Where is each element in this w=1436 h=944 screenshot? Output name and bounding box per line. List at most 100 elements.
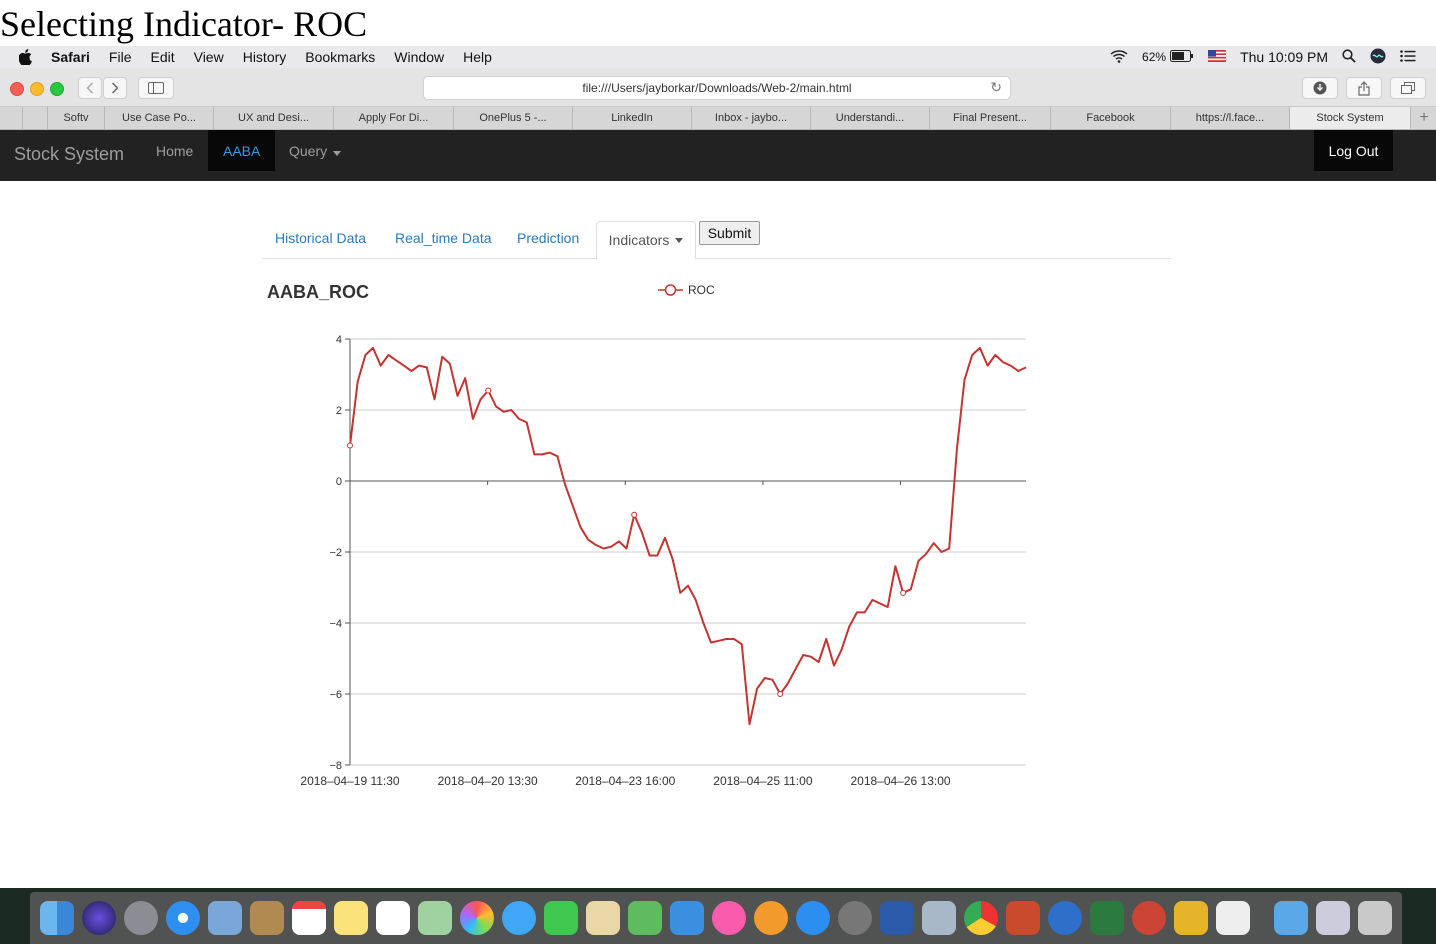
nav-aaba[interactable]: AABA [208, 130, 276, 171]
folder-icon[interactable] [1274, 901, 1308, 935]
r-icon[interactable] [1048, 901, 1082, 935]
trash-icon[interactable] [1358, 901, 1392, 935]
browser-tab[interactable]: Apply For Di... [334, 107, 454, 129]
itunes-icon[interactable] [712, 901, 746, 935]
browser-tab[interactable]: UX and Desi... [214, 107, 334, 129]
photos-icon[interactable] [460, 901, 494, 935]
battery-icon[interactable] [1170, 49, 1194, 65]
notes-icon[interactable] [334, 901, 368, 935]
y-tick-label: 4 [336, 334, 342, 346]
chevron-left-icon [86, 82, 94, 94]
contacts-icon[interactable] [250, 901, 284, 935]
downloads-stack-icon[interactable] [1316, 901, 1350, 935]
system-preferences-icon[interactable] [838, 901, 872, 935]
forward-button[interactable] [103, 77, 127, 99]
browser-tab-pinned-2[interactable] [23, 107, 48, 129]
tab-historical-data[interactable]: Historical Data [275, 230, 366, 246]
network-icon[interactable] [1132, 901, 1166, 935]
textedit-icon[interactable] [1216, 901, 1250, 935]
tab-prediction[interactable]: Prediction [517, 230, 579, 246]
navbar-brand[interactable]: Stock System [14, 144, 124, 165]
chrome-icon[interactable] [964, 901, 998, 935]
address-url: file:///Users/jayborkar/Downloads/Web-2/… [582, 81, 852, 95]
browser-tab[interactable]: Softv [48, 107, 105, 129]
x-tick-label: 2018–04–23 16:00 [575, 774, 675, 788]
keynote-icon[interactable] [670, 901, 704, 935]
roc-data-point [900, 589, 907, 596]
facetime-icon[interactable] [544, 901, 578, 935]
flag-icon[interactable] [1208, 49, 1227, 65]
logout-button[interactable]: Log Out [1314, 130, 1393, 171]
siri-icon[interactable] [1370, 48, 1386, 67]
share-icon [1358, 80, 1370, 96]
browser-tab[interactable]: Final Present... [930, 107, 1051, 129]
close-window-button[interactable] [10, 82, 24, 96]
menubar-clock[interactable]: Thu 10:09 PM [1240, 49, 1328, 65]
downloads-button[interactable] [1302, 77, 1338, 99]
messages-icon[interactable] [502, 901, 536, 935]
menu-view[interactable]: View [194, 49, 224, 65]
browser-tab[interactable]: LinkedIn [573, 107, 692, 129]
submit-button[interactable]: Submit [699, 221, 760, 245]
tab-indicators-dropdown[interactable]: Indicators [596, 221, 696, 259]
menu-help[interactable]: Help [463, 49, 492, 65]
browser-tab[interactable]: Facebook [1051, 107, 1171, 129]
menu-window[interactable]: Window [394, 49, 444, 65]
menu-app-name[interactable]: Safari [51, 49, 90, 65]
reminders-icon[interactable] [376, 901, 410, 935]
launchpad-icon[interactable] [124, 901, 158, 935]
menu-bookmarks[interactable]: Bookmarks [305, 49, 375, 65]
sidebar-button[interactable] [138, 77, 174, 99]
zoom-window-button[interactable] [50, 82, 64, 96]
powerpoint-icon[interactable] [1006, 901, 1040, 935]
ftp-icon[interactable] [1174, 901, 1208, 935]
tab-realtime-data[interactable]: Real_time Data [395, 230, 492, 246]
notification-center-icon[interactable] [1400, 49, 1416, 65]
menu-file[interactable]: File [109, 49, 132, 65]
excel-icon[interactable] [1090, 901, 1124, 935]
mail-icon[interactable] [208, 901, 242, 935]
browser-tab[interactable]: OnePlus 5 -... [454, 107, 573, 129]
numbers-icon[interactable] [628, 901, 662, 935]
browser-tab-active[interactable]: Stock System [1290, 107, 1411, 129]
ibooks-icon[interactable] [754, 901, 788, 935]
calendar-icon[interactable] [292, 901, 326, 935]
pages-icon[interactable] [586, 901, 620, 935]
nav-query-dropdown[interactable]: Query [289, 130, 342, 171]
minimize-window-button[interactable] [30, 82, 44, 96]
browser-tab[interactable]: Inbox - jaybo... [692, 107, 811, 129]
browser-tab[interactable]: Use Case Po... [105, 107, 214, 129]
browser-tab[interactable]: Understandi... [811, 107, 930, 129]
macos-menubar: Safari File Edit View History Bookmarks … [0, 46, 1436, 68]
menu-edit[interactable]: Edit [150, 49, 174, 65]
menu-history[interactable]: History [243, 49, 287, 65]
spotlight-icon[interactable] [1342, 48, 1356, 66]
apple-icon[interactable] [17, 49, 35, 65]
wifi-icon[interactable] [1110, 49, 1128, 66]
browser-tab-pinned-1[interactable] [0, 107, 23, 129]
legend-marker-icon [664, 284, 677, 296]
tab-indicators-label: Indicators [608, 232, 670, 248]
app-store-icon[interactable] [796, 901, 830, 935]
reload-icon[interactable]: ↻ [990, 79, 1002, 96]
safari-icon[interactable] [166, 901, 200, 935]
browser-tab[interactable]: https://l.face... [1171, 107, 1290, 129]
maps-icon[interactable] [418, 901, 452, 935]
preview-icon[interactable] [922, 901, 956, 935]
word-icon[interactable] [880, 901, 914, 935]
legend-label: ROC [688, 283, 715, 297]
back-button[interactable] [78, 77, 102, 99]
y-tick-label: −4 [329, 618, 342, 630]
finder-icon[interactable] [40, 901, 74, 935]
caret-down-icon [333, 143, 342, 159]
roc-data-point [485, 387, 492, 394]
address-bar[interactable]: file:///Users/jayborkar/Downloads/Web-2/… [423, 76, 1011, 100]
tabs-overview-button[interactable] [1390, 77, 1426, 99]
roc-data-point [777, 691, 784, 697]
siri-dock-icon[interactable] [82, 901, 116, 935]
share-button[interactable] [1346, 77, 1382, 99]
new-tab-icon[interactable]: + [1412, 107, 1436, 129]
nav-home[interactable]: Home [146, 130, 203, 171]
roc-data-point [347, 442, 353, 449]
chevron-right-icon [111, 82, 119, 94]
